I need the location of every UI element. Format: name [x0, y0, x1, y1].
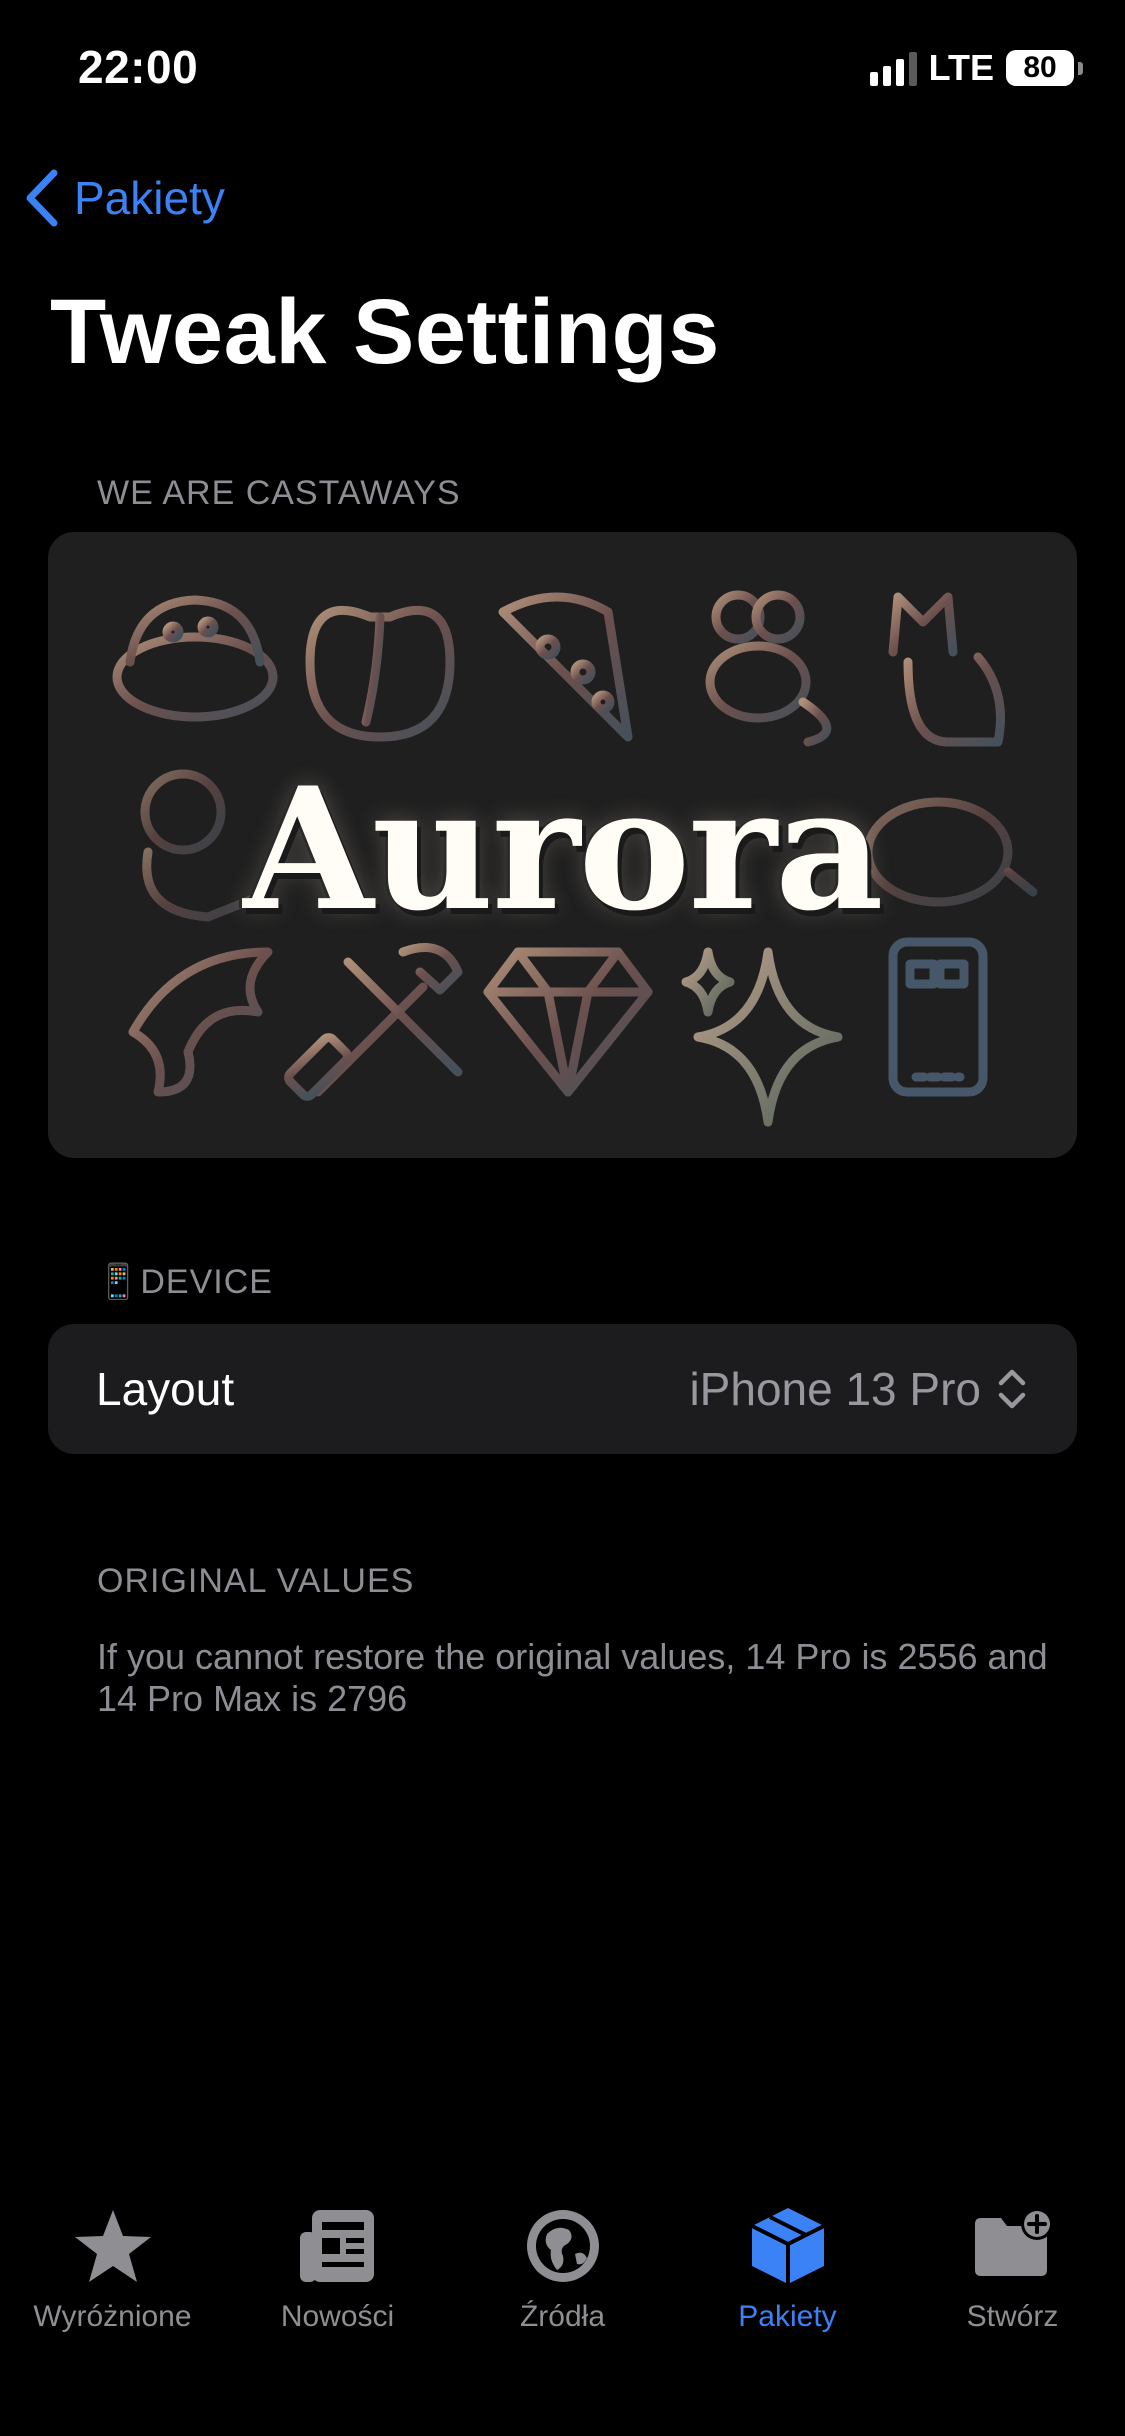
- tab-label: Źródła: [519, 2300, 606, 2333]
- tab-sources[interactable]: Źródła: [450, 2186, 675, 2436]
- chevron-up-down-icon: [998, 1369, 1026, 1409]
- pizza-icon: [498, 592, 633, 742]
- tab-label: Pakiety: [738, 2300, 837, 2333]
- cat-icon: [888, 592, 1005, 747]
- layout-label: Layout: [96, 1363, 235, 1415]
- globe-icon: [526, 2210, 599, 2282]
- status-indicators: LTE 80: [869, 46, 1083, 90]
- tab-bar: Wyróżnione Nowości Źródła Pakiety Stwórz: [0, 2186, 1125, 2436]
- bowl-icon: [112, 595, 278, 722]
- castaways-section-header: WE ARE CASTAWAYS: [97, 474, 461, 512]
- layout-picker-row[interactable]: Layout iPhone 13 Pro: [48, 1324, 1077, 1454]
- package-icon: [750, 2208, 825, 2284]
- page-title: Tweak Settings: [50, 281, 720, 383]
- battery-level: 80: [1023, 51, 1057, 84]
- back-label: Pakiety: [74, 172, 225, 224]
- newspaper-icon: [299, 2210, 374, 2282]
- original-values-header: ORIGINAL VALUES: [97, 1562, 415, 1600]
- aurora-logo-text: Aurora: [243, 750, 883, 948]
- device-header-label: DEVICE: [140, 1263, 273, 1301]
- aurora-banner: Aurora: [48, 532, 1077, 1158]
- tab-featured[interactable]: Wyróżnione: [0, 2186, 225, 2436]
- tab-label: Stwórz: [966, 2300, 1059, 2333]
- signal-icon: [869, 50, 917, 86]
- original-values-footer: If you cannot restore the original value…: [97, 1636, 1048, 1719]
- battery-cap: [1078, 61, 1083, 75]
- folder-add-icon: [974, 2208, 1053, 2276]
- phone-emoji-icon: 📱: [97, 1263, 141, 1301]
- status-bar: 22:00 LTE 80: [0, 0, 1125, 140]
- phone-icon: [888, 937, 988, 1097]
- star-icon: [74, 2210, 151, 2282]
- network-type: LTE: [928, 47, 994, 88]
- peach-icon: [305, 605, 455, 742]
- mouse-icon: [705, 590, 832, 747]
- dolphin-icon: [128, 947, 273, 1097]
- battery-icon: 80: [1006, 50, 1074, 86]
- layout-value[interactable]: iPhone 13 Pro: [689, 1362, 981, 1416]
- tab-label: Wyróżnione: [33, 2300, 192, 2333]
- device-section-header: 📱DEVICE: [97, 1262, 273, 1302]
- tools-icon: [284, 943, 463, 1101]
- gem-icon: [483, 947, 653, 1097]
- tab-news[interactable]: Nowości: [225, 2186, 450, 2436]
- tab-create[interactable]: Stwórz: [900, 2186, 1125, 2436]
- sparkles-icon: [681, 947, 843, 1127]
- tab-label: Nowości: [280, 2300, 395, 2333]
- status-time: 22:00: [78, 41, 199, 93]
- back-button[interactable]: Pakiety: [24, 166, 225, 230]
- tab-packages[interactable]: Pakiety: [675, 2186, 900, 2436]
- chevron-left-icon: [26, 169, 58, 227]
